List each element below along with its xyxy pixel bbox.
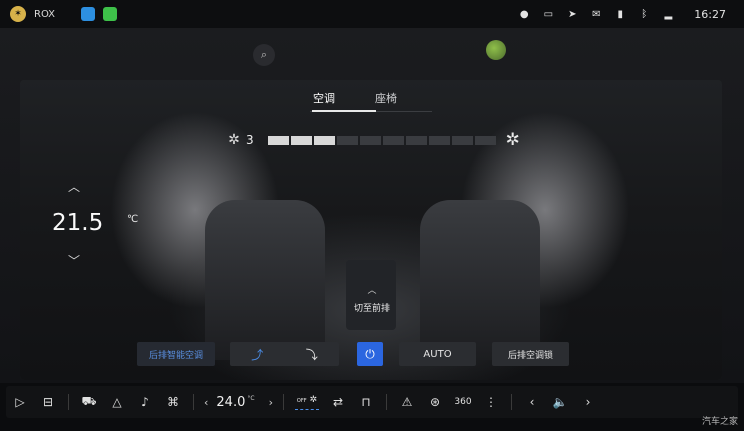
fan-level: 3 — [246, 133, 254, 147]
volume-icon[interactable]: 🔈 — [546, 388, 574, 416]
temp-up-icon[interactable]: ︿ — [68, 178, 80, 195]
fan-segment[interactable] — [428, 135, 450, 145]
wechat-app-icon[interactable] — [103, 7, 118, 21]
more-icon[interactable]: ⋮ — [477, 388, 505, 416]
temp-down-icon[interactable]: ﹀ — [68, 252, 80, 269]
toggle-icon[interactable]: ⊟ — [34, 388, 62, 416]
fan-segment[interactable] — [267, 135, 289, 145]
fan-segment[interactable] — [290, 135, 312, 145]
tab-seats[interactable]: 座椅 — [375, 86, 397, 110]
watermark: 汽车之家 — [701, 417, 738, 427]
fan-small-icon[interactable]: ✲ — [226, 132, 242, 148]
fan-segment[interactable] — [451, 135, 473, 145]
airflow-face-icon[interactable]: ⤴ — [251, 346, 263, 363]
temp-increase-icon[interactable]: › — [269, 396, 273, 409]
fan-speed-bar[interactable] — [267, 135, 496, 145]
panel-tabs: 空调 座椅 — [313, 86, 397, 110]
message-icon[interactable]: ✉ — [590, 8, 602, 20]
right-seat — [420, 200, 540, 360]
status-bar: ✶ ROX ● ▭ ➤ ✉ ▮ ᛒ ▂ 16:27 — [0, 0, 744, 28]
airflow-mode-group: ⤴ ⤵ — [230, 342, 339, 366]
dock-fan-label: OFF — [296, 397, 307, 404]
hazard-icon[interactable]: ⚠ — [393, 388, 421, 416]
auto-button[interactable]: AUTO — [399, 342, 476, 366]
dock-divider — [282, 394, 284, 410]
chevron-up-icon: ︿ — [367, 286, 377, 296]
music-icon[interactable]: ♪ — [131, 388, 159, 416]
climate-panel: 空调 座椅 ✲ 3 ✲ ︿ 21.5 ℃ ﹀ ︿ 切至前排 后排智能空调 ⤴ ⤵… — [20, 80, 722, 380]
dock-divider — [193, 394, 194, 410]
fan-segment[interactable] — [336, 135, 358, 145]
navigation-triangle-icon[interactable]: △ — [103, 388, 131, 416]
rear-defrost-icon[interactable]: ⊓ — [352, 388, 380, 416]
avatar[interactable] — [486, 40, 506, 60]
rear-ac-lock-button[interactable]: 后排空调锁 — [492, 342, 569, 366]
dock-temperature: ‹ 24.0 °C › — [204, 395, 273, 410]
airflow-feet-icon[interactable]: ⤵ — [306, 346, 318, 363]
rear-smart-ac-button[interactable]: 后排智能空调 — [137, 342, 215, 366]
signal-icon: ▂ — [664, 8, 673, 20]
camera-icon[interactable]: ▭ — [542, 8, 554, 20]
temperature-value: 21.5 — [52, 210, 104, 236]
dock-divider — [68, 394, 69, 410]
camera-360-icon[interactable]: 360 — [449, 388, 477, 416]
dock-fan-button[interactable]: OFF ✲ — [290, 395, 324, 410]
tab-air-conditioning[interactable]: 空调 — [313, 86, 335, 110]
fan-large-icon[interactable]: ✲ — [506, 130, 520, 150]
fan-speed-control[interactable]: ✲ 3 ✲ — [226, 130, 520, 150]
switch-to-front-button[interactable]: ︿ 切至前排 — [347, 283, 397, 315]
power-button[interactable]: ⏻ — [357, 342, 383, 366]
fan-segment[interactable] — [382, 135, 404, 145]
tab-active-underline — [312, 110, 376, 112]
fan-segment[interactable] — [405, 135, 427, 145]
temperature-unit: ℃ — [127, 214, 139, 225]
clock: 16:27 — [694, 7, 726, 21]
search-icon[interactable]: ⌕ — [253, 44, 275, 66]
volume-up-icon[interactable]: › — [574, 388, 602, 416]
switch-to-front-label: 切至前排 — [353, 304, 390, 314]
temp-decrease-icon[interactable]: ‹ — [204, 396, 208, 409]
bottom-dock: ▷ ⊟ ⛟ △ ♪ ⌘ ‹ 24.0 °C › OFF ✲ ⇄ ⊓ ⚠ ⊛ 36… — [6, 386, 738, 418]
fan-segment[interactable] — [313, 135, 335, 145]
volume-down-icon[interactable]: ‹ — [518, 388, 546, 416]
dock-temp-unit: °C — [247, 394, 255, 402]
cabin-illustration — [20, 80, 722, 380]
apps-icon[interactable]: ⌘ — [159, 388, 187, 416]
brand-logo-icon[interactable]: ✶ — [10, 6, 26, 22]
left-seat — [205, 200, 325, 360]
car-icon[interactable]: ⛟ — [75, 388, 103, 416]
dock-temp-value: 24.0 — [216, 394, 246, 410]
dock-fan-indicator — [294, 407, 319, 410]
bluetooth-icon: ᛒ — [641, 8, 648, 20]
telegram-app-icon[interactable] — [81, 7, 96, 21]
microphone-icon[interactable]: ● — [518, 8, 530, 20]
navigation-icon[interactable]: ➤ — [566, 8, 578, 20]
car-recirculation-icon[interactable]: ⇄ — [324, 388, 352, 416]
dock-divider — [385, 394, 387, 410]
play-icon[interactable]: ▷ — [6, 388, 34, 416]
fan-segment[interactable] — [474, 135, 496, 145]
steering-wheel-icon[interactable]: ⊛ — [421, 388, 449, 416]
fan-segment[interactable] — [359, 135, 381, 145]
fan-icon: ✲ — [309, 394, 318, 405]
dock-divider — [510, 394, 512, 410]
brand-name: ROX — [34, 8, 56, 20]
battery-icon: ▮ — [617, 8, 624, 20]
